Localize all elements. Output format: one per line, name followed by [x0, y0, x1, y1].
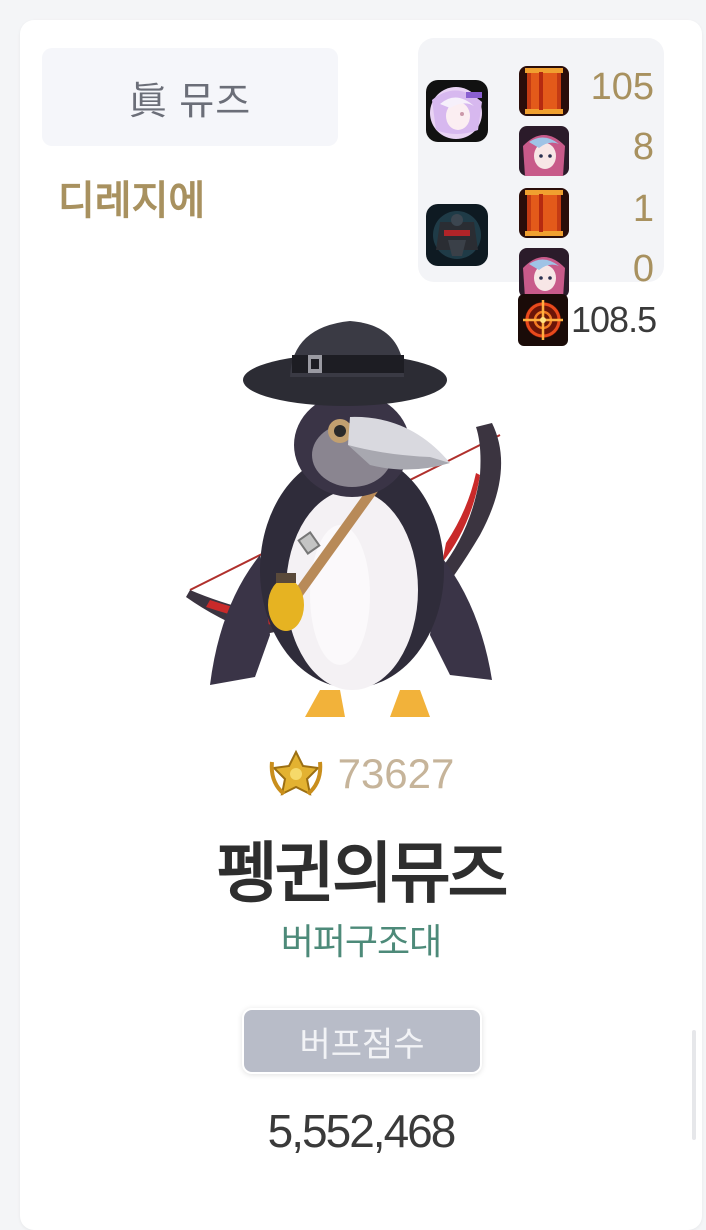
- crit-value: 108.5: [571, 299, 657, 340]
- equip-value-2: 8: [632, 126, 654, 168]
- pink-hair-girl-icon[interactable]: [519, 248, 569, 298]
- character-card: 眞 뮤즈 디레지에 105 8 1 0 108.5 73627 펭귄의뮤즈 버퍼…: [20, 20, 702, 1230]
- job-box[interactable]: 眞 뮤즈: [42, 48, 338, 146]
- character-name: 펭귄의뮤즈: [216, 836, 509, 910]
- plague-doctor-penguin-icon: [180, 305, 520, 725]
- pink-hair-girl-icon[interactable]: [519, 126, 569, 176]
- fame-value: 73627: [337, 750, 455, 797]
- equip-value-1: 105: [590, 66, 654, 108]
- equip-value-3: 1: [632, 188, 654, 230]
- buff-score-label: 버프점수: [299, 1025, 425, 1064]
- buff-score-value: 5,552,468: [267, 1105, 457, 1157]
- equip-value-4: 0: [632, 248, 654, 290]
- equipment-panel: 105 8 1 0: [418, 38, 664, 298]
- lilac-hair-avatar-icon[interactable]: [426, 80, 488, 142]
- gold-laurel-badge-icon: [268, 748, 324, 800]
- dark-knight-avatar-icon[interactable]: [426, 204, 488, 266]
- scrollbar[interactable]: [692, 1030, 696, 1140]
- crit-row: 108.5: [518, 292, 657, 348]
- red-banner-icon[interactable]: [519, 188, 569, 238]
- red-banner-icon[interactable]: [519, 66, 569, 116]
- fame-row: 73627: [20, 748, 702, 800]
- buff-score-button[interactable]: 버프점수: [242, 1008, 482, 1074]
- crosshair-icon: [518, 292, 568, 348]
- job-label: 眞 뮤즈: [128, 80, 252, 123]
- guild-name[interactable]: 버퍼구조대: [20, 913, 702, 965]
- server-name: 디레지에: [58, 179, 206, 223]
